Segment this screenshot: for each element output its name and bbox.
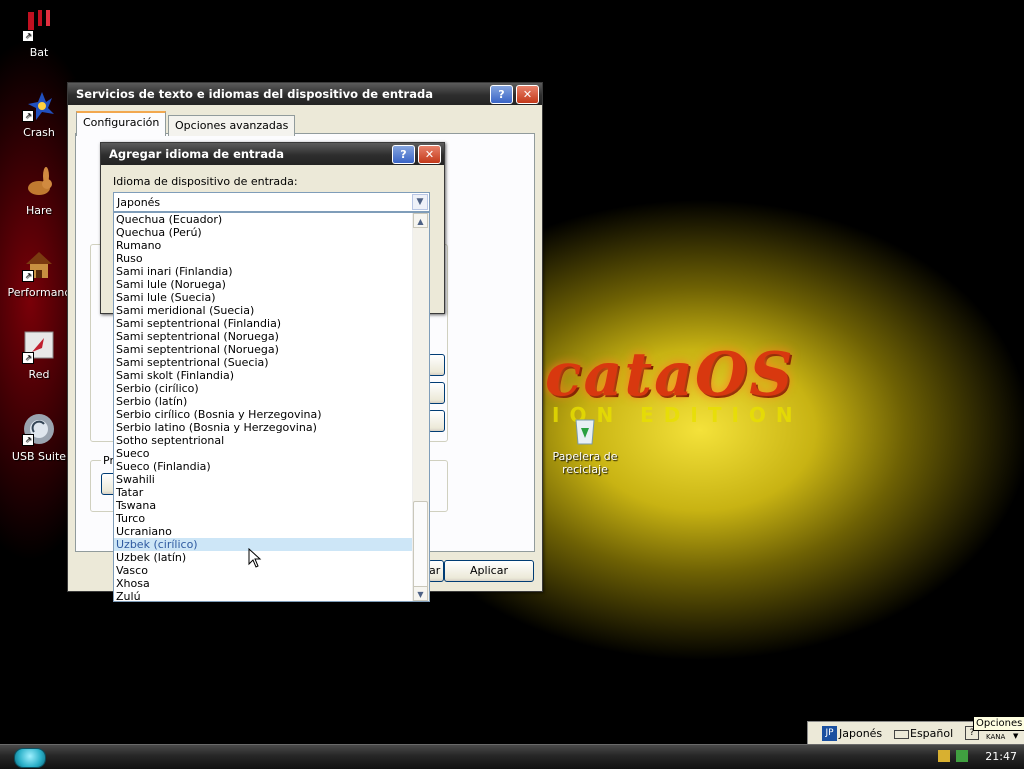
keyboard-icon	[894, 730, 909, 739]
language-list-item[interactable]: Sami septentrional (Finlandia)	[114, 317, 413, 330]
network-status-icon[interactable]	[956, 750, 968, 762]
desktop-icon-label: Bat	[29, 46, 49, 59]
language-dropdown-list[interactable]: Quechua (Ecuador) Quechua (Perú) Rumano Rus…	[113, 212, 430, 603]
language-list-item[interactable]: Sami septentrional (Noruega)	[114, 343, 413, 356]
clock[interactable]: 21:47	[985, 750, 1017, 763]
language-list-item[interactable]: Uzbek (latín)	[114, 551, 413, 564]
language-list-item[interactable]: Quechua (Perú)	[114, 226, 413, 239]
dialog-close-button[interactable]: ✕	[418, 145, 441, 164]
dialog-help-button[interactable]: ?	[392, 145, 415, 164]
tab-label: Configuración	[83, 116, 160, 129]
language-list-item[interactable]: Serbio latino (Bosnia y Herzegovina)	[114, 421, 413, 434]
dialog-titlebar[interactable]: Agregar idioma de entrada ? ✕	[101, 143, 444, 165]
help-button[interactable]: ?	[490, 85, 513, 104]
language-list-item[interactable]: Quechua (Ecuador)	[114, 213, 413, 226]
tab-label: Opciones avanzadas	[175, 119, 289, 132]
network-icon: ↗	[22, 330, 56, 364]
ime-mode[interactable]: KANA	[986, 733, 1005, 741]
tab-opciones-avanzadas[interactable]: Opciones avanzadas	[168, 115, 296, 136]
button-label: ar	[429, 564, 441, 577]
apply-button[interactable]: Aplicar	[444, 560, 534, 582]
language-list-item[interactable]: Zulú	[114, 590, 413, 603]
warning-icon[interactable]	[938, 750, 950, 762]
language-list-item[interactable]: Sami meridional (Suecia)	[114, 304, 413, 317]
language-list-item[interactable]: Ruso	[114, 252, 413, 265]
help-icon: ?	[400, 148, 407, 161]
tab-configuracion[interactable]: Configuración	[76, 111, 167, 136]
hare-icon	[22, 166, 56, 200]
options-tooltip: Opciones	[973, 716, 1024, 731]
mouse-cursor-icon	[248, 548, 262, 568]
add-button-partial[interactable]	[428, 354, 445, 376]
window-title: Servicios de texto e idiomas del disposi…	[76, 87, 433, 101]
language-list-item[interactable]: Sami lule (Suecia)	[114, 291, 413, 304]
bat-icon: ↗	[22, 8, 56, 42]
language-items: Quechua (Ecuador) Quechua (Perú) Rumano Rus…	[114, 213, 413, 603]
close-icon: ✕	[522, 88, 533, 101]
language-list-item[interactable]: Swahili	[114, 473, 413, 486]
scroll-down-button[interactable]: ▼	[413, 586, 428, 601]
language-list-item[interactable]: Serbio cirílico (Bosnia y Herzegovina)	[114, 408, 413, 421]
usb-icon: ↗	[22, 412, 56, 446]
language-list-item[interactable]: Sami inari (Finlandia)	[114, 265, 413, 278]
language-code-badge[interactable]: JP	[822, 726, 837, 741]
language-list-item[interactable]: Ucraniano	[114, 525, 413, 538]
list-scrollbar[interactable]: ▲ ▼	[412, 213, 429, 601]
cancel-button-partial[interactable]: ar	[428, 560, 444, 582]
language-list-item[interactable]: Turco	[114, 512, 413, 525]
combobox-value: Japonés	[117, 196, 161, 209]
language-list-item[interactable]: Xhosa	[114, 577, 413, 590]
language-list-item[interactable]: Sami lule (Noruega)	[114, 278, 413, 291]
language-list-item[interactable]: Uzbek (cirílico)	[114, 538, 413, 551]
taskbar: 21:47	[0, 744, 1024, 769]
help-icon: ?	[498, 88, 505, 101]
options-arrow-icon[interactable]: ▼	[1013, 732, 1018, 740]
scroll-up-button[interactable]: ▲	[413, 213, 428, 228]
language-list-item[interactable]: Tatar	[114, 486, 413, 499]
language-list-item[interactable]: Sami skolt (Finlandia)	[114, 369, 413, 382]
language-list-item[interactable]: Serbio (cirílico)	[114, 382, 413, 395]
dialog-title: Agregar idioma de entrada	[109, 147, 284, 161]
language-list-item[interactable]: Sueco	[114, 447, 413, 460]
language-list-item[interactable]: Sami septentrional (Suecia)	[114, 356, 413, 369]
system-tray: 21:47	[934, 745, 1024, 769]
language-list-item[interactable]: Sueco (Finlandia)	[114, 460, 413, 473]
wallpaper-logo: cataOS	[545, 340, 795, 410]
recycle-bin-label-2: reciclaje	[562, 463, 608, 476]
remove-button-partial[interactable]	[428, 382, 445, 404]
desktop-icon-bat[interactable]: ↗ Bat	[0, 8, 78, 59]
input-language-label: Idioma de dispositivo de entrada:	[113, 175, 298, 188]
close-button[interactable]: ✕	[516, 85, 539, 104]
start-button[interactable]	[14, 748, 46, 768]
performance-icon: ↗	[22, 248, 56, 282]
close-icon: ✕	[424, 148, 435, 161]
chevron-up-icon: ▲	[417, 217, 424, 226]
language-name[interactable]: Japonés	[839, 727, 882, 740]
language-list-item[interactable]: Rumano	[114, 239, 413, 252]
language-list-item[interactable]: Serbio (latín)	[114, 395, 413, 408]
window-titlebar[interactable]: Servicios de texto e idiomas del disposi…	[68, 83, 542, 105]
language-list-item[interactable]: Sami septentrional (Noruega)	[114, 330, 413, 343]
language-list-item[interactable]: Sotho septentrional	[114, 434, 413, 447]
recycle-bin-label-1: Papelera de	[552, 450, 618, 463]
button-label: Aplicar	[470, 564, 508, 577]
language-list-item[interactable]: Tswana	[114, 499, 413, 512]
language-list-item[interactable]: Vasco	[114, 564, 413, 577]
chevron-down-icon[interactable]: ▼	[412, 194, 428, 210]
chevron-down-icon: ▼	[417, 590, 424, 599]
recycle-bin-icon	[568, 412, 602, 446]
keyboard-name[interactable]: Español	[910, 727, 953, 740]
crash-icon: ↗	[22, 88, 56, 122]
properties-button-partial[interactable]	[428, 410, 445, 432]
desktop-icon-recycle-bin[interactable]: Papelera de reciclaje	[546, 412, 624, 476]
input-language-combobox[interactable]: Japonés ▼	[113, 192, 430, 212]
